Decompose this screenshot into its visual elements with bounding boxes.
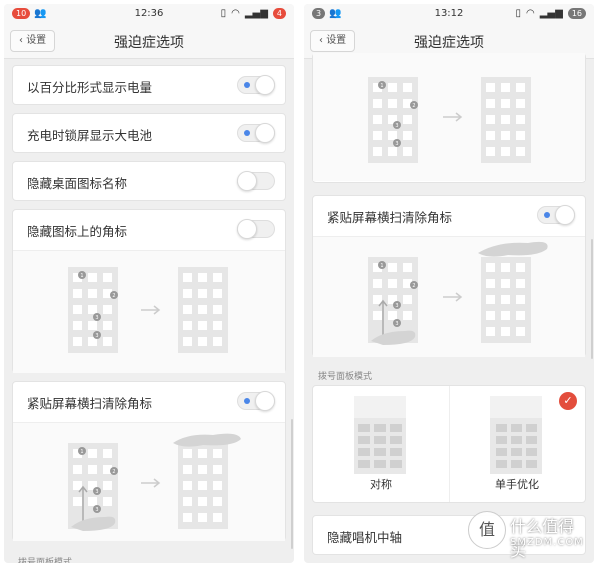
toggle-dot xyxy=(244,82,250,88)
dial-mode-label: 单手优化 xyxy=(495,478,539,491)
badge-number: 2 xyxy=(412,283,415,289)
smzdm-logo-icon: 值 xyxy=(468,511,506,549)
setting-label: 隐藏图标上的角标 xyxy=(27,224,128,239)
right-screen: 3 👥 13:12 ▯ ◠ ▂▄▆ 16 ‹ 设置 强迫症选项 1 2 3 3 … xyxy=(304,4,594,563)
illustration: 1 2 3 3 xyxy=(13,250,285,373)
toggle-knob xyxy=(255,75,275,95)
badge-number: 1 xyxy=(380,83,383,89)
toggle-knob xyxy=(237,219,257,239)
illustration: 1 2 3 3 xyxy=(313,53,585,181)
watermark-url: SMZDM.COM xyxy=(510,537,584,548)
watermark: 值 什么值得买 SMZDM.COM xyxy=(468,505,588,561)
badge-diagram: 1 2 3 3 xyxy=(368,77,531,163)
badge-number: 3 xyxy=(395,321,398,327)
toggle-dot xyxy=(544,212,550,218)
badge-diagram: 1 2 3 3 xyxy=(68,267,228,353)
setting-card: 紧贴屏幕横扫清除角标 1 2 3 3 xyxy=(312,195,586,357)
illustration: 1 2 3 3 xyxy=(313,236,585,357)
badge-number: 3 xyxy=(395,303,398,309)
toggle-knob xyxy=(237,171,257,191)
setting-label: 隐藏唱机中轴 xyxy=(327,530,403,545)
dial-mode-option[interactable]: 对称 xyxy=(313,386,450,502)
page-title: 强迫症选项 xyxy=(114,35,184,51)
setting-row[interactable]: 以百分比形式显示电量 xyxy=(12,65,286,105)
scrollbar[interactable] xyxy=(291,419,293,549)
dial-mode-card: 对称 ✓ 单手优化 xyxy=(312,385,586,503)
setting-label: 紧贴屏幕横扫清除角标 xyxy=(327,210,453,225)
badge-number: 1 xyxy=(380,263,383,269)
badge-number: 3 xyxy=(95,507,98,513)
vibrate-icon: ▯ xyxy=(220,8,227,19)
section-label: 拨号面板模式 xyxy=(18,558,73,563)
dial-mode-label: 对称 xyxy=(370,478,392,491)
status-bar: 10 👥 12:36 ▯ ◠ ▂▄▆ 4 xyxy=(4,4,294,24)
page-title: 强迫症选项 xyxy=(414,35,484,51)
badge-number: 3 xyxy=(95,489,98,495)
toggle-switch[interactable] xyxy=(237,391,275,411)
setting-label: 充电时锁屏显示大电池 xyxy=(27,128,153,143)
badge-number: 1 xyxy=(80,273,83,279)
section-label: 拨号面板模式 xyxy=(318,372,373,382)
signal-icon: ▂▄▆ xyxy=(244,8,268,19)
toggle-switch[interactable] xyxy=(237,123,275,143)
toggle-knob xyxy=(255,123,275,143)
battery-badge: 4 xyxy=(272,8,286,19)
toggle-switch[interactable] xyxy=(237,219,275,239)
scrollbar[interactable] xyxy=(591,239,593,359)
setting-card: 紧贴屏幕横扫清除角标 1 2 3 3 xyxy=(12,381,286,541)
setting-row[interactable]: 隐藏桌面图标名称 xyxy=(12,161,286,201)
wifi-icon: ◠ xyxy=(231,8,240,19)
setting-card: 1 2 3 3 xyxy=(312,53,586,183)
setting-label: 隐藏桌面图标名称 xyxy=(27,176,128,191)
setting-label: 紧贴屏幕横扫清除角标 xyxy=(27,396,153,411)
setting-row[interactable]: 充电时锁屏显示大电池 xyxy=(12,113,286,153)
wifi-icon: ◠ xyxy=(526,8,535,19)
checkmark-icon: ✓ xyxy=(559,392,577,410)
badge-number: 3 xyxy=(395,123,398,129)
setting-row[interactable]: 紧贴屏幕横扫清除角标 xyxy=(313,196,585,236)
left-screen: 10 👥 12:36 ▯ ◠ ▂▄▆ 4 ‹ 设置 强迫症选项 以百分比形式显示电量 充… xyxy=(4,4,294,563)
dial-mode-option-selected[interactable]: ✓ 单手优化 xyxy=(449,386,585,502)
badge-number: 1 xyxy=(80,449,83,455)
nav-header: ‹ 设置 强迫症选项 xyxy=(4,24,294,59)
badge-number: 2 xyxy=(112,469,115,475)
status-bar: 3 👥 13:12 ▯ ◠ ▂▄▆ 16 xyxy=(304,4,594,24)
badge-number: 3 xyxy=(95,315,98,321)
swipe-diagram: 1 2 3 3 xyxy=(68,433,241,531)
badge-number: 2 xyxy=(412,103,415,109)
vibrate-icon: ▯ xyxy=(515,8,521,19)
setting-row[interactable]: 隐藏图标上的角标 xyxy=(13,210,285,250)
toggle-dot xyxy=(244,130,250,136)
setting-row[interactable]: 紧贴屏幕横扫清除角标 xyxy=(13,382,285,422)
setting-card: 隐藏图标上的角标 1 2 3 3 xyxy=(12,209,286,373)
toggle-dot xyxy=(244,398,250,404)
swipe-diagram: 1 2 3 3 xyxy=(368,241,548,345)
battery-badge: 16 xyxy=(567,8,586,19)
setting-label: 以百分比形式显示电量 xyxy=(27,80,153,95)
illustration: 1 2 3 3 xyxy=(13,422,285,541)
toggle-switch[interactable] xyxy=(537,205,575,225)
toggle-switch[interactable] xyxy=(237,75,275,95)
toggle-switch[interactable] xyxy=(237,171,275,191)
badge-number: 3 xyxy=(395,141,398,147)
toggle-knob xyxy=(555,205,575,225)
toggle-knob xyxy=(255,391,275,411)
badge-number: 3 xyxy=(95,333,98,339)
badge-number: 2 xyxy=(112,293,115,299)
signal-icon: ▂▄▆ xyxy=(539,8,563,19)
